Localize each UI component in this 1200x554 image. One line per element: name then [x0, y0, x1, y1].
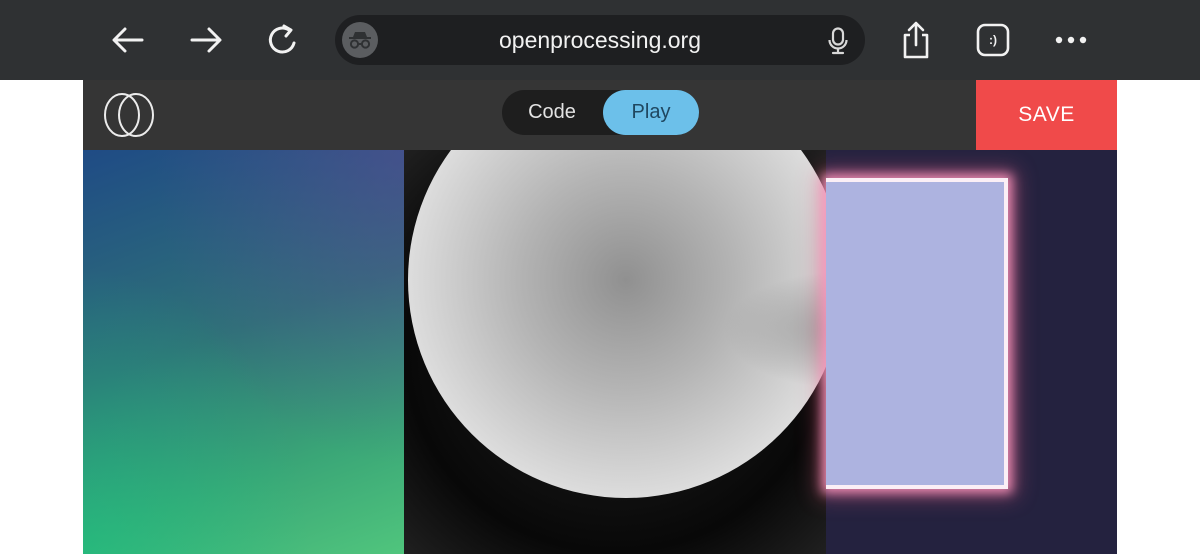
more-button[interactable] — [1049, 18, 1093, 62]
back-button[interactable] — [106, 18, 150, 62]
arrow-right-icon — [190, 27, 222, 53]
reload-button[interactable] — [261, 18, 305, 62]
play-tab[interactable]: Play — [603, 90, 699, 135]
more-icon — [1055, 36, 1087, 44]
sketch-canvas[interactable] — [83, 150, 1117, 554]
sketch-header: Code Play SAVE — [83, 80, 1117, 150]
browser-toolbar: openprocessing.org :) — [0, 0, 1200, 80]
tabs-badge: :) — [989, 33, 997, 47]
arrow-left-icon — [112, 27, 144, 53]
code-tab[interactable]: Code — [502, 90, 602, 135]
forward-button[interactable] — [184, 18, 228, 62]
address-bar[interactable]: openprocessing.org — [335, 15, 865, 65]
save-button[interactable]: SAVE — [976, 80, 1117, 150]
reload-icon — [268, 24, 296, 54]
gradient-panel — [83, 150, 404, 554]
share-button[interactable] — [894, 18, 938, 62]
glowing-rectangle — [826, 178, 1008, 489]
code-play-toggle: Code Play — [502, 90, 699, 135]
microphone-icon[interactable] — [827, 27, 849, 55]
tab-overview-button[interactable]: :) — [971, 18, 1015, 62]
url-text[interactable]: openprocessing.org — [335, 15, 865, 65]
share-icon — [903, 21, 929, 59]
openprocessing-logo[interactable] — [103, 91, 155, 139]
